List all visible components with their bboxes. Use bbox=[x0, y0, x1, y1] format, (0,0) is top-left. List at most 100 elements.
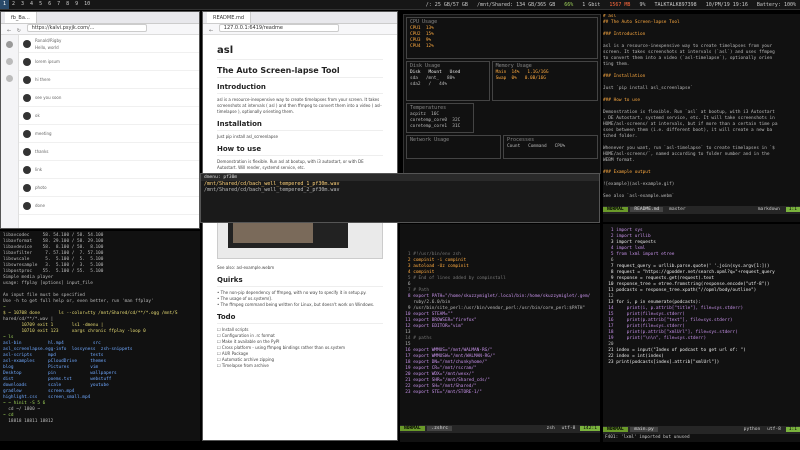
chat-list-item[interactable]: link bbox=[19, 161, 199, 179]
workspace-4[interactable]: 4 bbox=[27, 0, 36, 9]
workspace-1[interactable]: 1 bbox=[0, 0, 10, 9]
code-line: 23 export STE="/mnt/STORE-1/" bbox=[400, 390, 482, 395]
quirks-list: • The non-pip dependency of ffmpeg, with… bbox=[217, 290, 383, 308]
vim-readme-buffer[interactable]: # asl ## The Auto Screen-lapse Tool ### In… bbox=[603, 14, 800, 206]
install-heading: Installation bbox=[217, 120, 383, 131]
chat-list-item[interactable]: see you soon bbox=[19, 89, 199, 107]
chat-list-item[interactable]: photo bbox=[19, 179, 199, 197]
chat-list-item[interactable]: Ronald/Rigby Hello, world bbox=[19, 35, 199, 53]
vim-position: 142:1 bbox=[580, 426, 600, 431]
dmenu-prompt[interactable]: dmenu: pf30m bbox=[201, 174, 599, 181]
wifi-status: 66% bbox=[564, 2, 574, 8]
chat-preview: lorem ipsum bbox=[35, 59, 60, 64]
host-status: TALKTALK897398 bbox=[654, 2, 697, 8]
chat-message-preview: done bbox=[35, 203, 45, 208]
code-line: See also `asl-example.webm` bbox=[603, 194, 675, 199]
workspace-8[interactable]: 8 bbox=[63, 0, 72, 9]
terminal-line: 18818 18811 18812 bbox=[3, 419, 54, 424]
workspace-10[interactable]: 10 bbox=[81, 0, 93, 9]
vim-mode: NORMAL bbox=[603, 207, 628, 212]
network-panel-title: Network Usage bbox=[410, 137, 450, 143]
dmenu-items: /mnt/Shared/cd/bach_well_tempered_1_pf30… bbox=[201, 181, 599, 193]
cpu-panel-title: CPU Usage bbox=[410, 19, 438, 25]
chat-list-item[interactable]: done bbox=[19, 197, 199, 215]
chat-urlbar: ← ↻ https://kalvi.psyjk.com/... bbox=[1, 24, 199, 35]
vim-filetype: markdown bbox=[757, 207, 780, 212]
readme-title: asl bbox=[217, 45, 383, 60]
nav-icon[interactable] bbox=[6, 75, 13, 82]
network-panel: Network Usage bbox=[406, 135, 501, 159]
reload-icon[interactable]: ↻ bbox=[17, 28, 21, 34]
readme-url-input[interactable]: 127.0.0.1:6419/readme bbox=[218, 24, 339, 32]
disk-panel-title: Disk Usage bbox=[410, 63, 441, 69]
vim-position: 1:1 bbox=[785, 207, 800, 212]
memory-row: Swap 0% 0.0B/16G bbox=[495, 76, 546, 81]
avatar bbox=[23, 183, 31, 192]
chat-message-preview: Hello, world bbox=[35, 44, 59, 50]
vim-message: F401: 'lxml' imported but unused bbox=[605, 435, 690, 440]
workspace-9[interactable]: 9 bbox=[72, 0, 81, 9]
chat-list-item[interactable]: thanks bbox=[19, 143, 199, 161]
vim-readme-editor: # asl ## The Auto Screen-lapse Tool ### In… bbox=[603, 14, 800, 222]
datetime-status: 10/PM/19 19:16 bbox=[705, 2, 748, 8]
terminal-shell[interactable]: libavcodec 58. 54.100 / 58. 54.100 libavf… bbox=[0, 231, 200, 441]
vim-python-buffer[interactable]: 1 import sys 2 import urllib 3 import re… bbox=[603, 224, 800, 426]
readme-browser-window: README.md ← 127.0.0.1:6419/readme asl Th… bbox=[202, 11, 398, 441]
back-arrow-icon[interactable]: ← bbox=[209, 28, 213, 34]
chat-sidebar bbox=[1, 35, 19, 228]
chat-preview: Ronald/Rigby Hello, world bbox=[35, 38, 61, 50]
chat-list-item[interactable]: lorem ipsum bbox=[19, 53, 199, 71]
chat-message-preview: meeting bbox=[35, 131, 52, 136]
workspace-5[interactable]: 5 bbox=[36, 0, 45, 9]
dmenu-item[interactable]: /mnt/Shared/cd/bach_well_tempered_2_pf30… bbox=[201, 187, 599, 193]
chat-preview: meeting bbox=[35, 131, 52, 136]
vim-filename: README.md bbox=[630, 207, 664, 212]
vim-encoding: utf-8 bbox=[767, 427, 781, 432]
dmenu-popup: dmenu: pf30m /mnt/Shared/cd/bach_well_te… bbox=[200, 173, 600, 223]
vim-readme-statusline: NORMAL README.md master markdown 1:1 bbox=[603, 206, 800, 214]
disk-row: sda2 / 44% bbox=[410, 82, 448, 87]
vim-filename: main.py bbox=[630, 427, 658, 432]
back-arrow-icon[interactable]: ← bbox=[7, 28, 11, 34]
chat-message-preview: thanks bbox=[35, 149, 49, 154]
nav-icon[interactable] bbox=[6, 41, 13, 48]
chat-browser-window: fb_Ba… ← ↻ https://kalvi.psyjk.com/... R… bbox=[0, 11, 200, 229]
vim-position: 1:1 bbox=[785, 427, 800, 432]
vim-filetype: python bbox=[743, 427, 761, 432]
todo-item[interactable]: ☐ Timelapse from archive bbox=[217, 363, 383, 369]
vim-branch: master bbox=[669, 207, 686, 212]
workspace-6[interactable]: 6 bbox=[45, 0, 54, 9]
chat-list-item[interactable]: hi there bbox=[19, 71, 199, 89]
nav-icon[interactable] bbox=[6, 58, 13, 65]
memory-panel: Memory Usage Main 14% 1.1G/16G Swap 0% 0.… bbox=[491, 61, 598, 101]
workspace-3[interactable]: 3 bbox=[18, 0, 27, 9]
chat-list-item[interactable]: meeting bbox=[19, 125, 199, 143]
quirks-heading: Quirks bbox=[217, 276, 383, 287]
memory-panel-title: Memory Usage bbox=[495, 63, 532, 69]
vim-zshrc-buffer[interactable]: 1 #!/usr/bin/env zsh 2 compinit -i compi… bbox=[400, 224, 600, 425]
link-status: 1 Gbit bbox=[582, 2, 601, 8]
cpu-status: 9% bbox=[639, 2, 646, 8]
process-panel: Processes Count Command CPU% bbox=[503, 135, 598, 159]
see-also-text: See also: asl-example.webm bbox=[217, 265, 275, 270]
chat-list: Ronald/Rigby Hello, world lorem ipsum hi th… bbox=[19, 35, 199, 228]
chat-preview: photo bbox=[35, 185, 47, 190]
chat-contact-name: Ronald/Rigby bbox=[35, 37, 62, 43]
readme-tab[interactable]: README.md bbox=[207, 12, 252, 23]
todo-heading: Todo bbox=[217, 313, 383, 324]
chat-preview: see you soon bbox=[35, 95, 61, 100]
chat-message-preview: hi there bbox=[35, 77, 51, 82]
quirk-item: • The ffmpeg command being written for L… bbox=[217, 302, 375, 307]
chat-preview: ok bbox=[35, 113, 40, 118]
avatar bbox=[23, 147, 31, 156]
cpu-row: CPU4 12% bbox=[410, 44, 434, 49]
workspace-2[interactable]: 2 bbox=[9, 0, 18, 9]
chat-list-item[interactable]: ok bbox=[19, 107, 199, 125]
code-line: 23 print(podcasts[index].attrib["xmlUrl"… bbox=[603, 360, 720, 365]
vim-python-editor: 1 import sys 2 import urllib 3 import re… bbox=[603, 224, 800, 442]
todo-list: ☐ Install scripts ☐ Configuration in .rc … bbox=[217, 327, 383, 369]
workspace-7[interactable]: 7 bbox=[54, 0, 63, 9]
chat-url-input[interactable]: https://kalvi.psyjk.com/... bbox=[26, 24, 147, 32]
disk2-status: /mnt/Shared: 134 GB/365 GB bbox=[476, 2, 556, 8]
chat-tab[interactable]: fb_Ba… bbox=[5, 12, 37, 23]
